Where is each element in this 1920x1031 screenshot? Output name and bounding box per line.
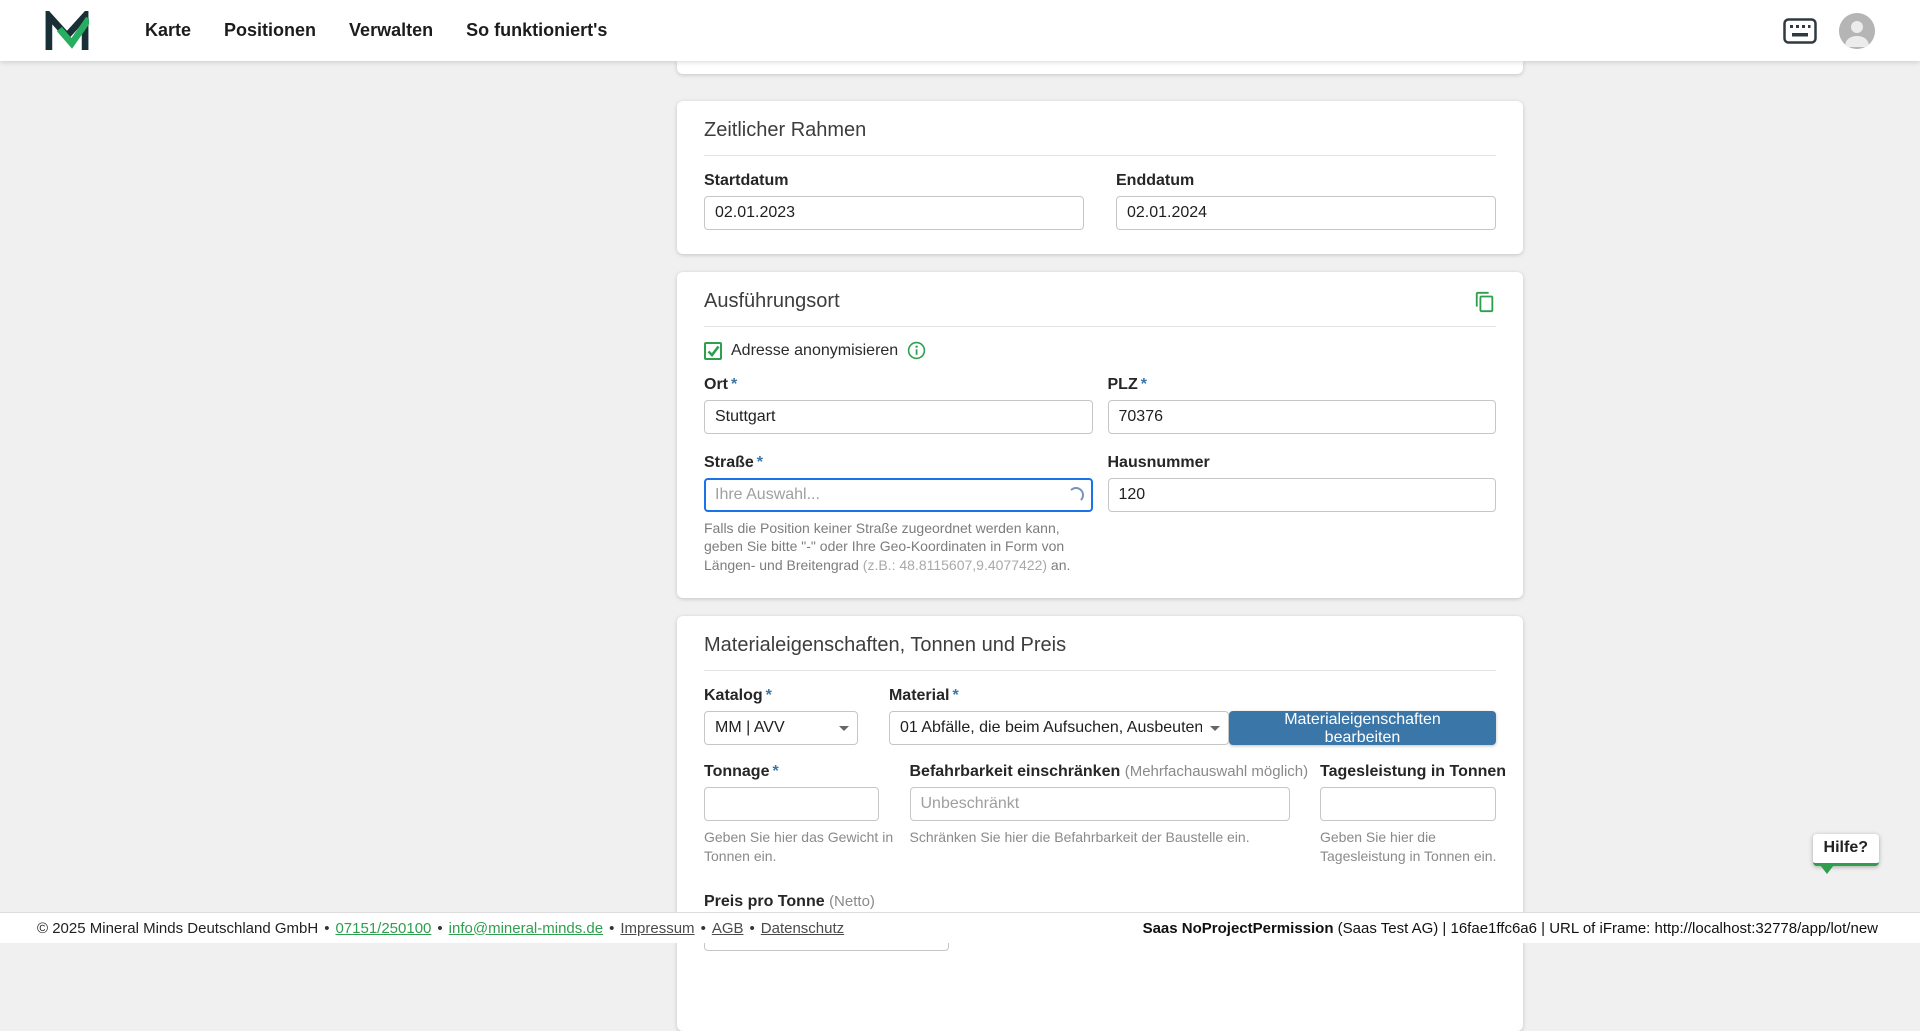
- required-marker: *: [757, 454, 763, 471]
- strasse-label: Straße*: [704, 454, 1093, 472]
- enddatum-field: Enddatum: [1116, 172, 1496, 230]
- card-title-zeitlicher-rahmen: Zeitlicher Rahmen: [704, 119, 1496, 142]
- required-marker: *: [731, 376, 737, 393]
- footer-left: © 2025 Mineral Minds Deutschland GmbH • …: [37, 920, 844, 937]
- enddatum-label: Enddatum: [1116, 172, 1496, 190]
- help-bubble-tail: [1820, 865, 1834, 874]
- tagesleistung-helper-text: Geben Sie hier die Tagesleistung in Tonn…: [1320, 828, 1510, 865]
- tagesleistung-input[interactable]: [1320, 787, 1496, 821]
- katalog-select[interactable]: MM | AVV: [704, 711, 858, 745]
- edit-material-properties-button[interactable]: Materialeigenschaften bearbeiten: [1229, 711, 1496, 745]
- footer-session-info: Saas NoProjectPermission (Saas Test AG) …: [1143, 920, 1878, 937]
- checkbox-check-icon: [707, 345, 720, 357]
- required-marker: *: [1141, 376, 1147, 393]
- katalog-label: Katalog*: [704, 687, 858, 705]
- tonnage-input[interactable]: [704, 787, 879, 821]
- required-marker: *: [772, 763, 778, 780]
- hausnummer-field: Hausnummer: [1108, 454, 1497, 574]
- nav-item-karte[interactable]: Karte: [145, 20, 191, 41]
- anonymize-row: Adresse anonymisieren: [704, 341, 1496, 360]
- card-title-ausfuehrungsort: Ausführungsort: [704, 290, 840, 313]
- befahrbarkeit-field: Befahrbarkeit einschränken (Mehrfachausw…: [910, 763, 1290, 865]
- divider: [704, 326, 1496, 327]
- partial-card: [677, 61, 1523, 74]
- footer-datenschutz-link[interactable]: Datenschutz: [761, 920, 844, 937]
- hausnummer-input[interactable]: [1108, 478, 1497, 512]
- startdatum-field: Startdatum: [704, 172, 1084, 230]
- navbar-right: [1783, 13, 1875, 49]
- avatar-icon: [1839, 13, 1875, 49]
- startdatum-label: Startdatum: [704, 172, 1084, 190]
- anonymize-checkbox[interactable]: [704, 342, 722, 360]
- ort-label: Ort*: [704, 376, 1093, 394]
- copyright-text: © 2025 Mineral Minds Deutschland GmbH: [37, 920, 318, 937]
- session-name: Saas NoProjectPermission: [1143, 920, 1334, 937]
- strasse-field: Straße* Falls die Position keiner Straße…: [704, 454, 1093, 574]
- strasse-helper-text: Falls die Position keiner Straße zugeord…: [704, 519, 1086, 574]
- separator: •: [701, 920, 706, 937]
- separator: •: [609, 920, 614, 937]
- footer-phone-link[interactable]: 07151/250100: [335, 920, 431, 937]
- tagesleistung-field: Tagesleistung in Tonnen Geben Sie hier d…: [1320, 763, 1496, 865]
- help-button-label: Hilfe?: [1824, 839, 1868, 856]
- preis-label: Preis pro Tonne (Netto): [704, 893, 1496, 911]
- avatar[interactable]: [1839, 13, 1875, 49]
- chevron-down-icon: [839, 726, 849, 731]
- befahrbarkeit-input[interactable]: [910, 787, 1290, 821]
- befahrbarkeit-label: Befahrbarkeit einschränken (Mehrfachausw…: [910, 763, 1290, 781]
- copy-icon[interactable]: [1474, 291, 1496, 313]
- card-title-material: Materialeigenschaften, Tonnen und Preis: [704, 634, 1496, 657]
- navbar: Karte Positionen Verwalten So funktionie…: [0, 0, 1920, 61]
- required-marker: *: [766, 687, 772, 704]
- main-nav: Karte Positionen Verwalten So funktionie…: [145, 20, 607, 41]
- tonnage-helper-text: Geben Sie hier das Gewicht in Tonnen ein…: [704, 828, 899, 865]
- separator: •: [437, 920, 442, 937]
- strasse-input[interactable]: [704, 478, 1093, 512]
- befahrbarkeit-helper-text: Schränken Sie hier die Befahrbarkeit der…: [910, 828, 1290, 846]
- ort-field: Ort*: [704, 376, 1093, 434]
- card-ausfuehrungsort: Ausführungsort Adresse anonymisieren: [677, 272, 1523, 598]
- main-content: Zeitlicher Rahmen Startdatum Enddatum Au…: [677, 61, 1523, 1031]
- divider: [704, 155, 1496, 156]
- material-field: Material* 01 Abfälle, die beim Aufsuchen…: [889, 687, 1229, 745]
- help-button[interactable]: Hilfe?: [1813, 834, 1879, 866]
- chevron-down-icon: [1210, 726, 1220, 731]
- nav-item-so-funktionierts[interactable]: So funktioniert's: [466, 20, 607, 41]
- footer-email-link[interactable]: info@mineral-minds.de: [449, 920, 603, 937]
- katalog-select-value: MM | AVV: [715, 719, 785, 737]
- card-zeitlicher-rahmen: Zeitlicher Rahmen Startdatum Enddatum: [677, 101, 1523, 254]
- separator: •: [324, 920, 329, 937]
- material-select[interactable]: 01 Abfälle, die beim Aufsuchen, Ausbeute…: [889, 711, 1229, 745]
- startdatum-input[interactable]: [704, 196, 1084, 230]
- plz-field: PLZ*: [1108, 376, 1497, 434]
- divider: [704, 670, 1496, 671]
- material-label: Material*: [889, 687, 1229, 705]
- keyboard-icon[interactable]: [1783, 18, 1817, 44]
- enddatum-input[interactable]: [1116, 196, 1496, 230]
- ort-input[interactable]: [704, 400, 1093, 434]
- material-select-value: 01 Abfälle, die beim Aufsuchen, Ausbeute…: [900, 719, 1202, 737]
- separator: •: [750, 920, 755, 937]
- session-details: (Saas Test AG) | 16fae1ffc6a6 | URL of i…: [1334, 920, 1879, 937]
- plz-label: PLZ*: [1108, 376, 1497, 394]
- nav-item-verwalten[interactable]: Verwalten: [349, 20, 433, 41]
- hausnummer-label: Hausnummer: [1108, 454, 1497, 472]
- tonnage-field: Tonnage* Geben Sie hier das Gewicht in T…: [704, 763, 879, 865]
- card-material: Materialeigenschaften, Tonnen und Preis …: [677, 616, 1523, 1031]
- katalog-field: Katalog* MM | AVV: [704, 687, 858, 745]
- logo[interactable]: [45, 11, 89, 51]
- nav-item-positionen[interactable]: Positionen: [224, 20, 316, 41]
- loading-spinner-icon: [1068, 487, 1084, 503]
- footer-impressum-link[interactable]: Impressum: [620, 920, 694, 937]
- tagesleistung-label: Tagesleistung in Tonnen: [1320, 763, 1496, 781]
- mineral-minds-logo-icon: [45, 11, 89, 51]
- required-marker: *: [952, 687, 958, 704]
- tonnage-label: Tonnage*: [704, 763, 879, 781]
- anonymize-label: Adresse anonymisieren: [731, 342, 898, 360]
- footer-agb-link[interactable]: AGB: [712, 920, 744, 937]
- info-icon[interactable]: [907, 341, 926, 360]
- footer: © 2025 Mineral Minds Deutschland GmbH • …: [0, 912, 1920, 943]
- plz-input[interactable]: [1108, 400, 1497, 434]
